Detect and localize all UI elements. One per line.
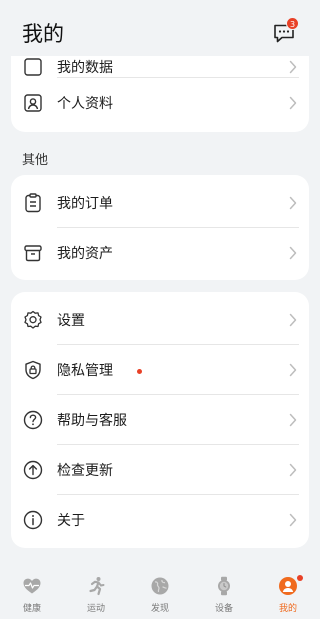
orders-label: 我的订单 <box>57 196 113 212</box>
arrow-up-circle-icon <box>22 459 44 481</box>
watch-icon <box>214 576 234 596</box>
chevron-right-icon <box>289 363 297 377</box>
help-icon <box>22 409 44 431</box>
tab-me[interactable]: 我的 <box>256 566 320 619</box>
heart-icon <box>22 576 42 596</box>
gear-icon <box>22 309 44 331</box>
info-icon <box>22 509 44 531</box>
about-label: 关于 <box>57 513 85 529</box>
data-icon <box>22 56 44 78</box>
notification-dot <box>297 575 303 581</box>
other-card: 我的订单 我的资产 <box>11 175 309 280</box>
profile-icon <box>22 92 44 114</box>
chevron-right-icon <box>289 313 297 327</box>
chevron-right-icon <box>289 196 297 210</box>
tab-sport[interactable]: 运动 <box>64 566 128 619</box>
update-row[interactable]: 检查更新 <box>11 445 309 495</box>
privacy-row[interactable]: 隐私管理 <box>11 345 309 395</box>
tab-label-health: 健康 <box>22 604 41 614</box>
help-label: 帮助与客服 <box>57 413 127 429</box>
my-data-label: 我的数据 <box>57 60 113 76</box>
box-icon <box>22 242 44 264</box>
page-title: 我的 <box>22 22 64 46</box>
assets-row[interactable]: 我的资产 <box>11 228 309 278</box>
about-row[interactable]: 关于 <box>11 495 309 545</box>
new-indicator-dot <box>137 369 142 374</box>
profile-row[interactable]: 个人资料 <box>11 78 309 128</box>
chevron-right-icon <box>289 60 297 74</box>
chevron-right-icon <box>289 463 297 477</box>
tab-discover[interactable]: 发现 <box>128 566 192 619</box>
clipboard-icon <box>22 192 44 214</box>
tab-label-device: 设备 <box>214 604 233 614</box>
tab-health[interactable]: 健康 <box>0 566 64 619</box>
message-badge: 3 <box>286 17 299 30</box>
settings-row[interactable]: 设置 <box>11 295 309 345</box>
tab-label-sport: 运动 <box>86 604 105 614</box>
profile-label: 个人资料 <box>57 96 113 112</box>
privacy-label: 隐私管理 <box>57 363 113 379</box>
tab-label-discover: 发现 <box>150 604 169 614</box>
header: 我的 3 <box>0 0 320 56</box>
bottom-tab-bar: 健康 运动 发现 设备 我的 <box>0 566 320 619</box>
update-label: 检查更新 <box>57 463 113 479</box>
avatar-icon <box>278 576 298 596</box>
assets-label: 我的资产 <box>57 246 113 262</box>
chevron-right-icon <box>289 413 297 427</box>
orders-row[interactable]: 我的订单 <box>11 178 309 228</box>
settings-card: 设置 隐私管理 帮助与客服 检查更新 关于 <box>11 292 309 548</box>
section-title-other: 其他 <box>22 153 49 168</box>
chevron-right-icon <box>289 96 297 110</box>
chevron-right-icon <box>289 513 297 527</box>
globe-icon <box>150 576 170 596</box>
tab-label-me: 我的 <box>278 604 297 614</box>
tab-device[interactable]: 设备 <box>192 566 256 619</box>
shield-lock-icon <box>22 359 44 381</box>
runner-icon <box>86 576 106 596</box>
help-row[interactable]: 帮助与客服 <box>11 395 309 445</box>
settings-label: 设置 <box>57 313 85 329</box>
chevron-right-icon <box>289 246 297 260</box>
me-page: 我的数据 个人资料 我的 3 其他 我的订单 我的资产 设置 隐私管理 帮助与客… <box>0 0 320 619</box>
